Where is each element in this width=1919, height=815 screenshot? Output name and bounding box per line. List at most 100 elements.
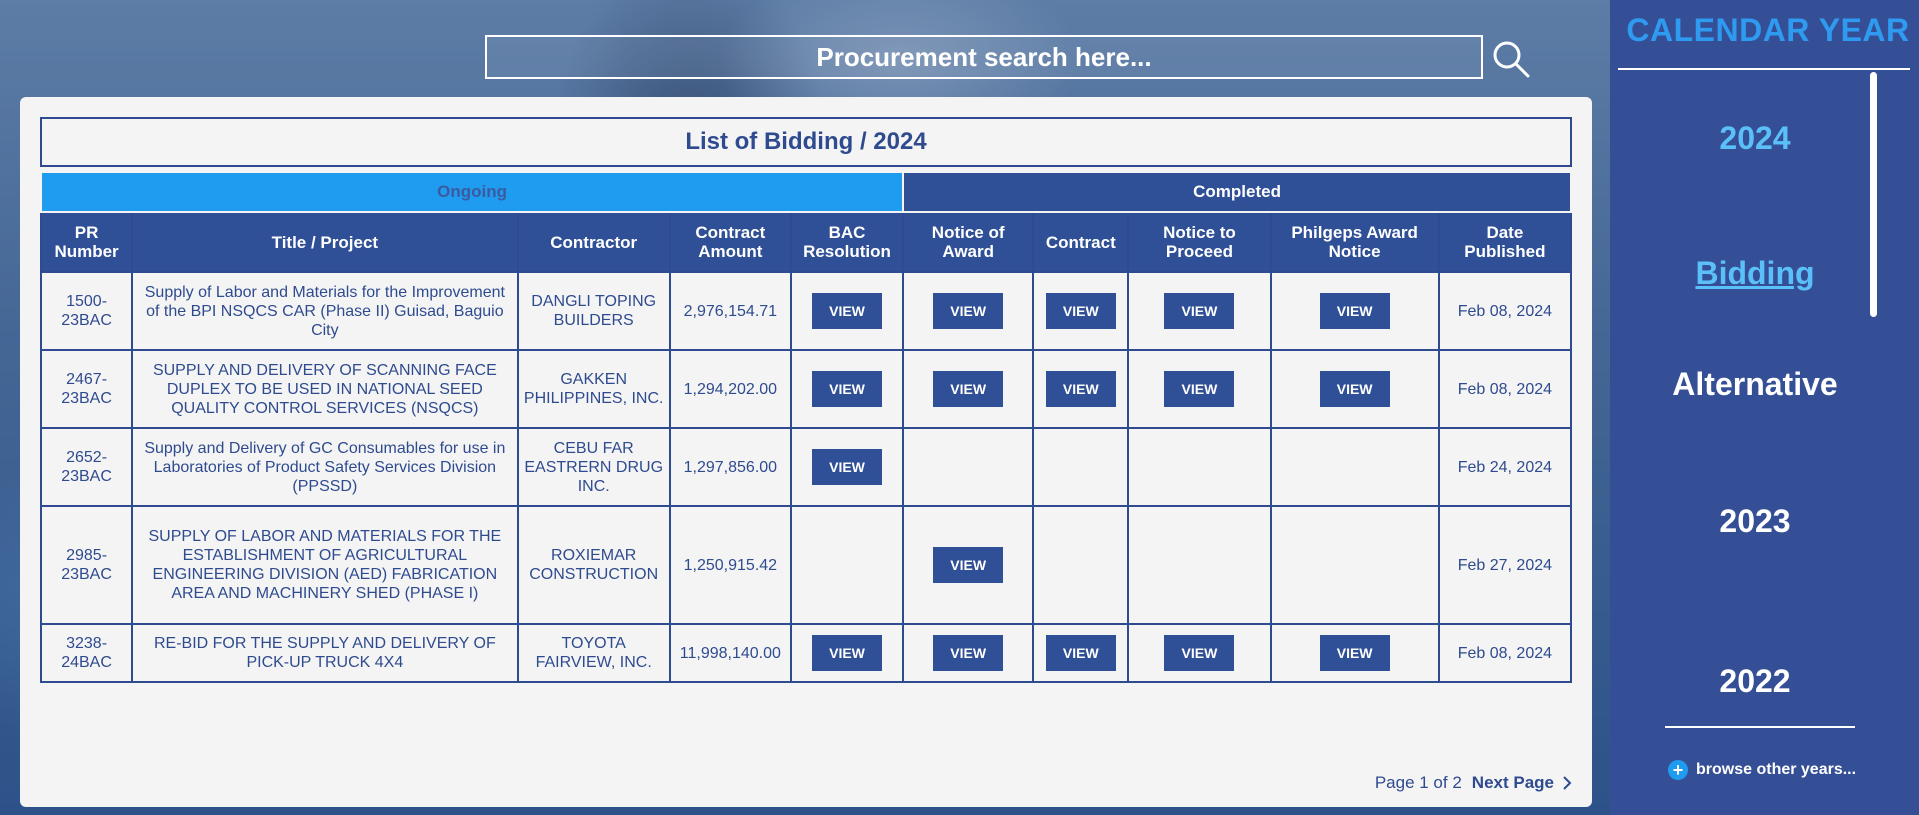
col-date-published: Date Published xyxy=(1437,211,1573,273)
col-notice-of-award: Notice of Award xyxy=(902,211,1035,273)
table-row: 1500-23BAC Supply of Labor and Materials … xyxy=(39,271,1573,351)
contract-amount: 11,998,140.00 xyxy=(668,623,792,683)
table-title: List of Bidding / 2024 xyxy=(40,117,1572,167)
next-page-link[interactable]: Next Page xyxy=(1472,773,1572,793)
pr-number: 1500-23BAC xyxy=(39,271,134,351)
contractor: DANGLI TOPING BUILDERS xyxy=(516,271,671,351)
philgeps-award-cell xyxy=(1269,505,1440,625)
notice-to-proceed-cell: VIEW xyxy=(1127,349,1272,429)
col-notice-to-proceed: Notice to Proceed xyxy=(1127,211,1272,273)
sidebar-item-alternative[interactable]: Alternative xyxy=(1610,366,1900,403)
notice-of-award-view-button[interactable]: VIEW xyxy=(933,635,1004,671)
philgeps-award-view-button[interactable]: VIEW xyxy=(1319,371,1390,407)
search-input[interactable] xyxy=(485,35,1483,79)
philgeps-award-cell: VIEW xyxy=(1269,349,1440,429)
notice-of-award-cell xyxy=(902,427,1035,507)
contract-amount: 1,250,915.42 xyxy=(668,505,792,625)
project-title: Supply and Delivery of GC Consumables fo… xyxy=(131,427,519,507)
bac-resolution-view-button[interactable]: VIEW xyxy=(812,293,882,329)
notice-to-proceed-view-button[interactable]: VIEW xyxy=(1164,371,1235,407)
contract-amount: 1,294,202.00 xyxy=(668,349,792,429)
notice-to-proceed-cell: VIEW xyxy=(1127,623,1272,683)
sidebar-item-2022[interactable]: 2022 xyxy=(1610,663,1900,700)
philgeps-award-cell: VIEW xyxy=(1269,623,1440,683)
bidding-panel: List of Bidding / 2024 Ongoing Completed… xyxy=(20,97,1592,807)
notice-to-proceed-view-button[interactable]: VIEW xyxy=(1164,293,1235,329)
col-bac-resolution: BAC Resolution xyxy=(789,211,905,273)
contractor: CEBU FAR EASTRERN DRUG INC. xyxy=(516,427,671,507)
philgeps-award-view-button[interactable]: VIEW xyxy=(1319,635,1390,671)
bac-resolution-cell: VIEW xyxy=(789,427,905,507)
pr-number: 2467-23BAC xyxy=(39,349,134,429)
pagination: Page 1 of 2 Next Page xyxy=(1375,773,1572,793)
group-completed: Completed xyxy=(902,171,1572,213)
contract-view-button[interactable]: VIEW xyxy=(1045,293,1116,329)
contract-cell: VIEW xyxy=(1032,271,1130,351)
notice-to-proceed-cell xyxy=(1127,427,1272,507)
col-contractor: Contractor xyxy=(516,211,671,273)
date-published: Feb 27, 2024 xyxy=(1437,505,1573,625)
notice-of-award-cell: VIEW xyxy=(902,505,1035,625)
pr-number: 2985-23BAC xyxy=(39,505,134,625)
bac-resolution-view-button[interactable]: VIEW xyxy=(812,449,882,485)
contract-cell: VIEW xyxy=(1032,623,1130,683)
contract-cell: VIEW xyxy=(1032,349,1130,429)
search-icon[interactable] xyxy=(1490,38,1532,80)
bac-resolution-cell xyxy=(789,505,905,625)
notice-of-award-cell: VIEW xyxy=(902,271,1035,351)
notice-of-award-view-button[interactable]: VIEW xyxy=(933,371,1004,407)
pr-number: 2652-23BAC xyxy=(39,427,134,507)
philgeps-award-view-button[interactable]: VIEW xyxy=(1319,293,1390,329)
contract-view-button[interactable]: VIEW xyxy=(1045,371,1116,407)
sidebar-item-2024[interactable]: 2024 xyxy=(1610,120,1900,157)
browse-other-years-link[interactable]: + browse other years... xyxy=(1668,760,1856,780)
philgeps-award-cell: VIEW xyxy=(1269,271,1440,351)
contract-amount: 2,976,154.71 xyxy=(668,271,792,351)
notice-to-proceed-view-button[interactable]: VIEW xyxy=(1164,635,1235,671)
sidebar-title: CALENDAR YEAR xyxy=(1626,12,1910,48)
notice-of-award-view-button[interactable]: VIEW xyxy=(933,547,1004,583)
bac-resolution-view-button[interactable]: VIEW xyxy=(812,371,882,407)
divider xyxy=(1618,68,1910,70)
page-info: Page 1 of 2 xyxy=(1374,773,1462,792)
divider xyxy=(1665,726,1855,728)
calendar-sidebar: CALENDAR YEAR 2024 Bidding Alternative 2… xyxy=(1610,0,1919,815)
date-published: Feb 08, 2024 xyxy=(1437,271,1573,351)
notice-to-proceed-cell: VIEW xyxy=(1127,271,1272,351)
notice-of-award-cell: VIEW xyxy=(902,349,1035,429)
contractor: GAKKEN PHILIPPINES, INC. xyxy=(516,349,671,429)
table-row: 3238-24BAC RE-BID FOR THE SUPPLY AND DELI… xyxy=(39,623,1573,683)
table-row: 2467-23BAC SUPPLY AND DELIVERY OF SCANNIN… xyxy=(39,349,1573,429)
contract-cell xyxy=(1032,505,1130,625)
browse-label: browse other years... xyxy=(1696,761,1857,778)
sidebar-item-2023[interactable]: 2023 xyxy=(1610,503,1900,540)
notice-of-award-cell: VIEW xyxy=(902,623,1035,683)
project-title: Supply of Labor and Materials for the Im… xyxy=(131,271,519,351)
table-row: 2985-23BAC SUPPLY OF LABOR AND MATERIALS … xyxy=(39,505,1573,625)
contract-cell xyxy=(1032,427,1130,507)
contractor: TOYOTA FAIRVIEW, INC. xyxy=(516,623,671,683)
sidebar-item-bidding[interactable]: Bidding xyxy=(1610,255,1900,292)
notice-of-award-view-button[interactable]: VIEW xyxy=(933,293,1004,329)
col-contract: Contract xyxy=(1032,211,1130,273)
plus-icon: + xyxy=(1668,760,1688,780)
bac-resolution-view-button[interactable]: VIEW xyxy=(812,635,882,671)
contractor: ROXIEMAR CONSTRUCTION xyxy=(516,505,671,625)
project-title: SUPPLY OF LABOR AND MATERIALS FOR THE ES… xyxy=(131,505,519,625)
date-published: Feb 08, 2024 xyxy=(1437,623,1573,683)
pr-number: 3238-24BAC xyxy=(39,623,134,683)
date-published: Feb 08, 2024 xyxy=(1437,349,1573,429)
notice-to-proceed-cell xyxy=(1127,505,1272,625)
bac-resolution-cell: VIEW xyxy=(789,349,905,429)
bac-resolution-cell: VIEW xyxy=(789,623,905,683)
contract-amount: 1,297,856.00 xyxy=(668,427,792,507)
bidding-table: Ongoing Completed PR Number Title / Proj… xyxy=(39,171,1573,683)
next-page-label: Next Page xyxy=(1471,773,1554,792)
contract-view-button[interactable]: VIEW xyxy=(1045,635,1116,671)
bac-resolution-cell: VIEW xyxy=(789,271,905,351)
table-row: 2652-23BAC Supply and Delivery of GC Cons… xyxy=(39,427,1573,507)
col-philgeps: Philgeps Award Notice xyxy=(1269,211,1440,273)
chevron-right-icon xyxy=(1563,776,1572,790)
col-title: Title / Project xyxy=(131,211,519,273)
project-title: RE-BID FOR THE SUPPLY AND DELIVERY OF PI… xyxy=(131,623,519,683)
